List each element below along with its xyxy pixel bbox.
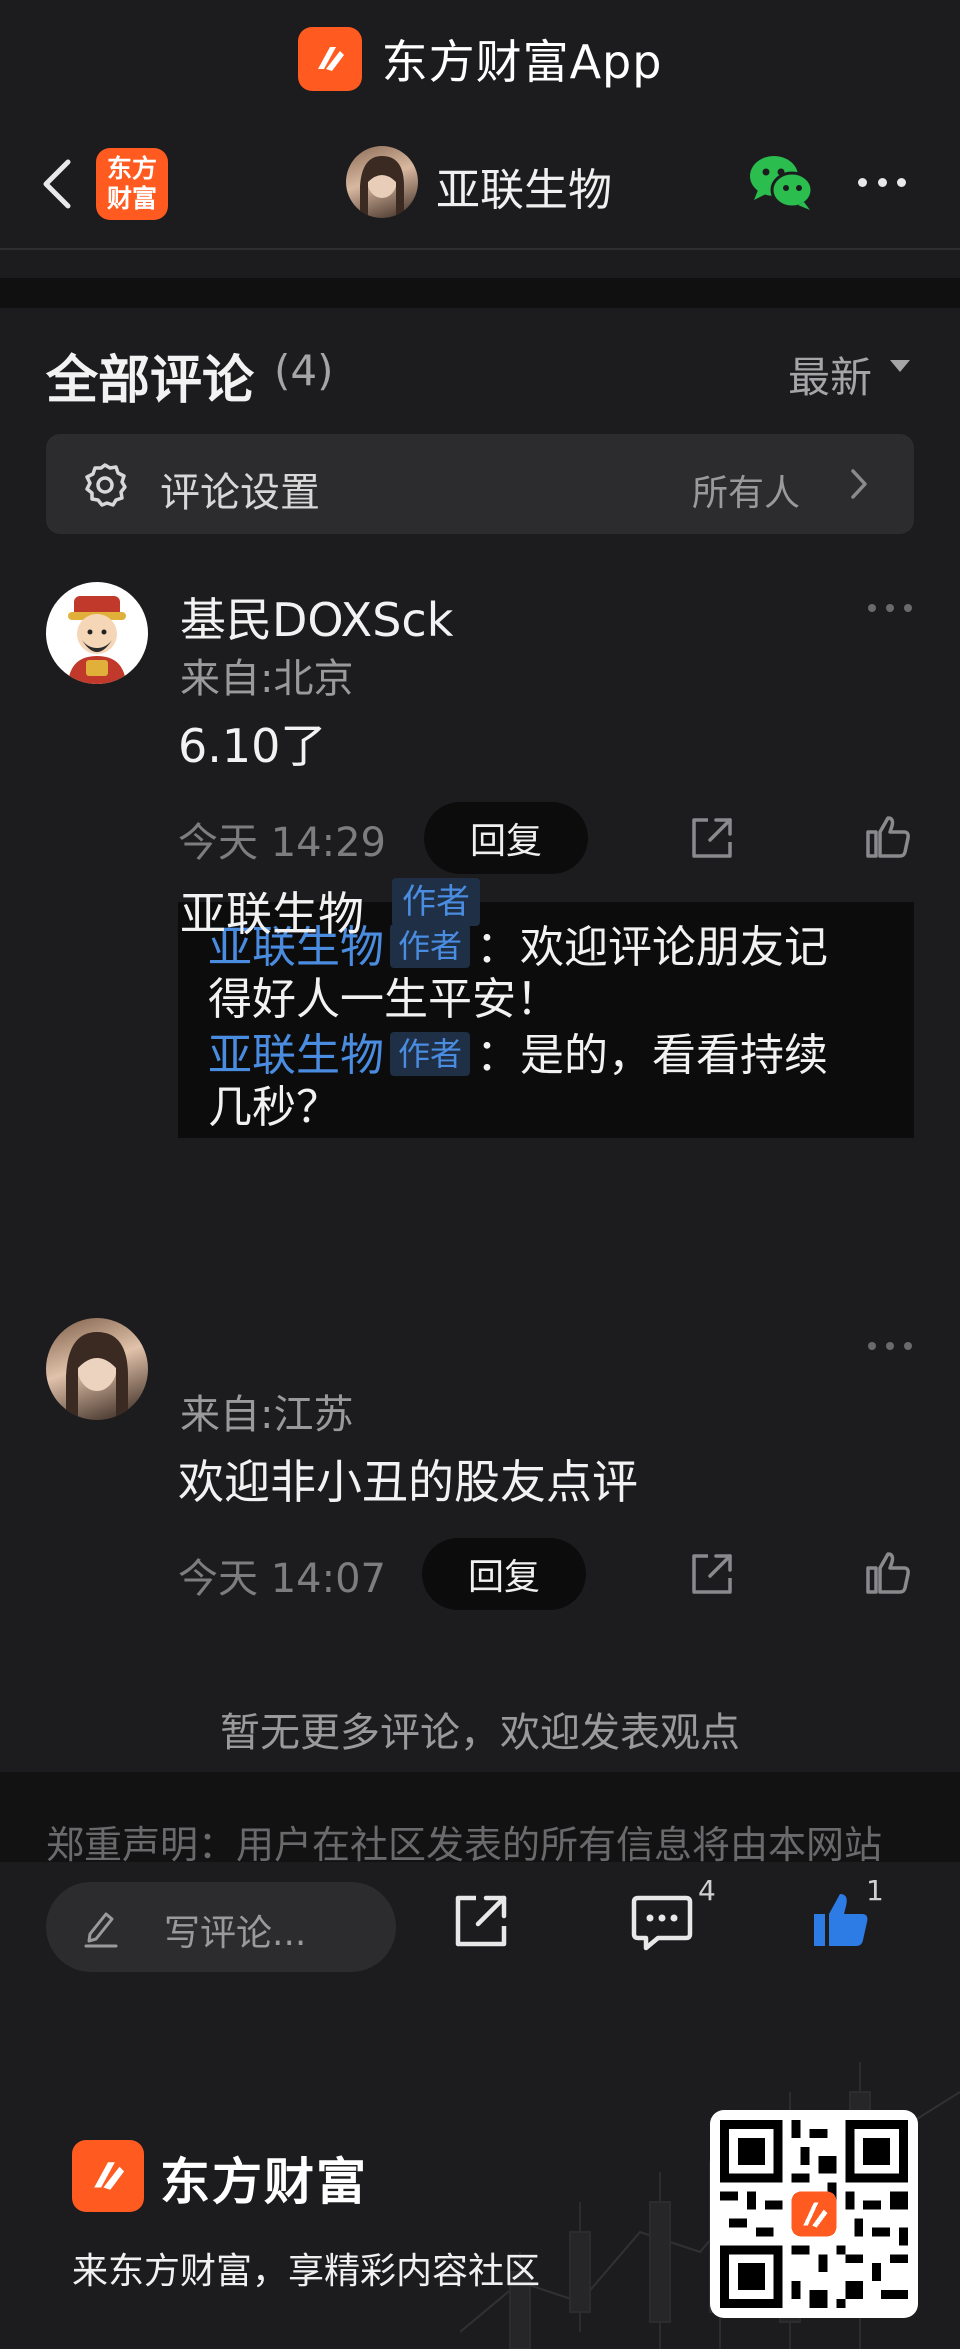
settings-value: 所有人 xyxy=(692,473,801,514)
wechat-icon[interactable] xyxy=(748,152,814,212)
caret-down-icon[interactable] xyxy=(890,360,910,372)
write-comment-placeholder: 写评论... xyxy=(164,1913,307,1954)
comment-location: 来自:北京 xyxy=(180,656,354,702)
header-title: 亚联生物 xyxy=(436,165,612,216)
promo-slogan: 来东方财富，享精彩内容社区 xyxy=(72,2251,541,2292)
reply-item[interactable]: 亚联生物 作者 ：是的，看看持续几秒？ xyxy=(208,1030,888,1134)
reply-text: 欢迎评论朋友记 xyxy=(520,922,829,973)
author-tag: 作者 xyxy=(392,878,480,926)
reply-author[interactable]: 亚联生物 xyxy=(208,1030,384,1081)
more-icon[interactable] xyxy=(868,1342,912,1352)
brand-badge[interactable]: 东方 财富 xyxy=(96,148,168,220)
comment-time: 今天 14:07 xyxy=(178,1556,386,1602)
reply-button[interactable]: 回复 xyxy=(422,1538,586,1610)
like-count-badge: 1 xyxy=(866,1874,884,1907)
comment-count-badge: 4 xyxy=(698,1874,716,1907)
comment-icon[interactable] xyxy=(630,1892,694,1952)
brand-badge-line2: 财富 xyxy=(106,184,157,213)
thumbs-up-icon[interactable] xyxy=(810,1888,872,1950)
reply-text: 得好人一生平安！ xyxy=(208,974,560,1025)
reply-text: 是的，看看持续 xyxy=(520,1030,829,1081)
chevron-right-icon xyxy=(851,469,867,499)
reply-separator: ： xyxy=(476,1030,521,1081)
section-divider xyxy=(0,278,960,308)
brand-badge-line1: 东方 xyxy=(106,154,157,183)
write-comment-input[interactable]: 写评论... xyxy=(46,1882,396,1972)
thumbs-up-icon[interactable] xyxy=(864,1548,912,1596)
comment-location: 来自:江苏 xyxy=(180,1392,354,1438)
disclaimer-area: 郑重声明：用户在社区发表的所有信息将由本网站 xyxy=(0,1772,960,1862)
author-tag: 作者 xyxy=(390,1032,471,1076)
qr-code[interactable] xyxy=(710,2110,918,2318)
share-icon[interactable] xyxy=(688,814,736,862)
settings-label: 评论设置 xyxy=(160,470,320,516)
promo-footer: 东方财富 来东方财富，享精彩内容社区 xyxy=(0,1992,960,2349)
app-banner-title: 东方财富App xyxy=(381,35,663,89)
disclaimer-text: 郑重声明：用户在社区发表的所有信息将由本网站 xyxy=(46,1823,883,1862)
reply-button[interactable]: 回复 xyxy=(424,802,588,874)
share-icon[interactable] xyxy=(688,1550,736,1598)
comment-text: 欢迎非小丑的股友点评 xyxy=(178,1455,638,1509)
sort-dropdown[interactable]: 最新 xyxy=(788,344,872,405)
reply-separator: ： xyxy=(476,922,521,973)
header: 东方 财富 亚联生物 xyxy=(0,118,960,250)
bottom-action-bar: 写评论... 4 1 xyxy=(0,1862,960,1992)
back-icon[interactable] xyxy=(38,156,78,212)
comment-username[interactable]: 基民DOXSck xyxy=(180,584,453,650)
comment-text: 6.10了 xyxy=(178,719,327,773)
pencil-icon xyxy=(84,1912,118,1948)
comments-title: 全部评论 xyxy=(46,351,255,411)
comments-count: (4) xyxy=(274,346,334,395)
reply-text: 几秒？ xyxy=(208,1082,340,1133)
more-icon[interactable] xyxy=(858,174,906,190)
app-logo-icon xyxy=(297,27,362,91)
header-avatar[interactable] xyxy=(346,146,418,218)
thumbs-up-icon[interactable] xyxy=(864,812,912,860)
comments-section: 全部评论 (4) 最新 评论设置 所有人 基民DOXSck 来自:北京 6.10… xyxy=(0,308,960,1772)
author-tag: 作者 xyxy=(390,924,471,968)
comment-settings-row[interactable]: 评论设置 所有人 xyxy=(46,434,914,534)
avatar[interactable] xyxy=(46,1318,148,1420)
comment-time: 今天 14:29 xyxy=(178,820,386,866)
more-icon[interactable] xyxy=(868,604,912,614)
promo-brand-name: 东方财富 xyxy=(160,2153,368,2211)
avatar[interactable] xyxy=(46,582,148,684)
no-more-comments: 暂无更多评论，欢迎发表观点 xyxy=(220,1710,740,1756)
gear-icon xyxy=(85,463,127,507)
comment-username[interactable]: 亚联生物 xyxy=(180,878,364,944)
share-icon[interactable] xyxy=(452,1892,510,1950)
promo-logo-icon xyxy=(72,2140,144,2212)
app-download-banner[interactable]: 东方财富App xyxy=(0,0,960,118)
